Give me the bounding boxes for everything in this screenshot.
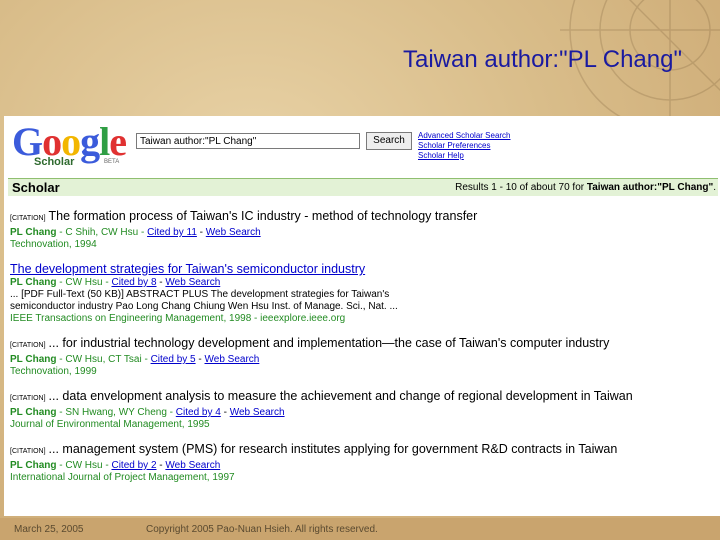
citation-tag: [CITATION] <box>10 448 46 455</box>
preferences-link[interactable]: Scholar Preferences <box>418 141 511 151</box>
result-source: Technovation, 1994 <box>10 239 97 250</box>
result-coauthors: - CW Hsu, CT Tsai - <box>56 354 151 365</box>
result-author: PL Chang <box>10 354 57 365</box>
result-title: [CITATION]... management system (PMS) fo… <box>10 441 718 460</box>
result-source: Technovation, 1999 <box>10 366 97 377</box>
web-search-link[interactable]: Web Search <box>230 407 285 418</box>
citation-tag: [CITATION] <box>10 395 46 402</box>
search-input[interactable] <box>136 133 360 149</box>
web-search-link[interactable]: Web Search <box>205 354 260 365</box>
result-meta: PL Chang - CW Hsu - Cited by 2 - Web Sea… <box>10 460 718 472</box>
result-title-text: The development strategies for Taiwan's … <box>10 262 366 276</box>
result-title: [CITATION] The formation process of Taiwa… <box>10 208 718 227</box>
logo-letter: e <box>109 119 127 164</box>
web-search-link[interactable]: Web Search <box>165 277 220 288</box>
scholar-bar-label: Scholar <box>12 180 60 195</box>
google-scholar-screenshot: Google Scholar BETA Search Advanced Scho… <box>4 116 720 516</box>
slide-footer: March 25, 2005 Copyright 2005 Pao-Nuan H… <box>0 518 720 540</box>
help-link[interactable]: Scholar Help <box>418 151 511 161</box>
result-meta: PL Chang - CW Hsu - Cited by 8 - Web Sea… <box>10 277 718 289</box>
result-coauthors: - C Shih, CW Hsu - <box>56 227 148 238</box>
separator: - <box>195 354 205 365</box>
logo-letter: g <box>80 119 100 164</box>
result-title[interactable]: The development strategies for Taiwan's … <box>10 261 718 277</box>
result-meta: PL Chang - SN Hwang, WY Cheng - Cited by… <box>10 407 718 419</box>
result-source: Journal of Environmental Management, 199… <box>10 419 210 430</box>
result-title-text: ... management system (PMS) for research… <box>48 442 618 456</box>
result-title-text: ... data envelopment analysis to measure… <box>48 389 633 403</box>
logo-beta-label: BETA <box>104 159 120 165</box>
result-snippet: semiconductor industry Pao Long Chang Ch… <box>10 301 398 312</box>
result-meta: PL Chang - C Shih, CW Hsu - Cited by 11 … <box>10 227 718 239</box>
results-count: Results 1 - 10 of about 70 for Taiwan au… <box>455 182 716 193</box>
result-source: IEEE Transactions on Engineering Managem… <box>10 313 346 324</box>
cited-by-link[interactable]: Cited by 5 <box>151 354 196 365</box>
result-title-text: ... for industrial technology developmen… <box>48 336 610 350</box>
result-author: PL Chang <box>10 407 57 418</box>
separator: - <box>196 227 206 238</box>
logo-scholar-label: Scholar <box>34 156 75 168</box>
result-author: PL Chang <box>10 277 57 288</box>
cited-by-link[interactable]: Cited by 8 <box>111 277 156 288</box>
cited-by-link[interactable]: Cited by 2 <box>111 460 156 471</box>
result-meta: PL Chang - CW Hsu, CT Tsai - Cited by 5 … <box>10 354 718 366</box>
search-result: [CITATION]... data envelopment analysis … <box>10 388 718 431</box>
footer-copyright: Copyright 2005 Pao-Nuan Hsieh. All right… <box>146 524 378 535</box>
results-suffix: . <box>713 182 716 193</box>
result-snippet: ... [PDF Full-Text (50 KB)] ABSTRACT PLU… <box>10 289 390 300</box>
advanced-search-link[interactable]: Advanced Scholar Search <box>418 131 511 141</box>
slide-title: Taiwan author:"PL Chang" <box>403 46 682 73</box>
cited-by-link[interactable]: Cited by 11 <box>147 227 197 238</box>
result-coauthors: - SN Hwang, WY Cheng - <box>56 407 176 418</box>
web-search-link[interactable]: Web Search <box>206 227 261 238</box>
google-scholar-logo[interactable]: Google Scholar BETA <box>12 122 128 172</box>
citation-tag: [CITATION] <box>10 342 46 349</box>
footer-date: March 25, 2005 <box>14 524 84 535</box>
web-search-link[interactable]: Web Search <box>165 460 220 471</box>
search-result: [CITATION]... for industrial technology … <box>10 335 718 378</box>
search-result: [CITATION]... management system (PMS) fo… <box>10 441 718 484</box>
result-title: [CITATION]... for industrial technology … <box>10 335 718 354</box>
cited-by-link[interactable]: Cited by 4 <box>176 407 221 418</box>
results-list: [CITATION] The formation process of Taiwa… <box>10 208 718 494</box>
result-coauthors: - CW Hsu - <box>56 277 112 288</box>
logo-letter: l <box>99 119 110 164</box>
results-query: Taiwan author:"PL Chang" <box>586 182 714 193</box>
search-result: The development strategies for Taiwan's … <box>10 261 718 325</box>
results-header-bar: Scholar Results 1 - 10 of about 70 for T… <box>8 178 718 196</box>
results-prefix: Results 1 - 10 of about 70 for <box>455 182 587 193</box>
search-button[interactable]: Search <box>366 132 412 150</box>
result-title-text: The formation process of Taiwan's IC ind… <box>48 209 478 223</box>
side-links: Advanced Scholar Search Scholar Preferen… <box>418 131 511 161</box>
separator: - <box>220 407 230 418</box>
result-author: PL Chang <box>10 227 57 238</box>
search-result: [CITATION] The formation process of Taiwa… <box>10 208 718 251</box>
result-coauthors: - CW Hsu - <box>56 460 112 471</box>
citation-tag: [CITATION] <box>10 215 46 222</box>
result-author: PL Chang <box>10 460 57 471</box>
result-source: International Journal of Project Managem… <box>10 472 235 483</box>
result-title: [CITATION]... data envelopment analysis … <box>10 388 718 407</box>
